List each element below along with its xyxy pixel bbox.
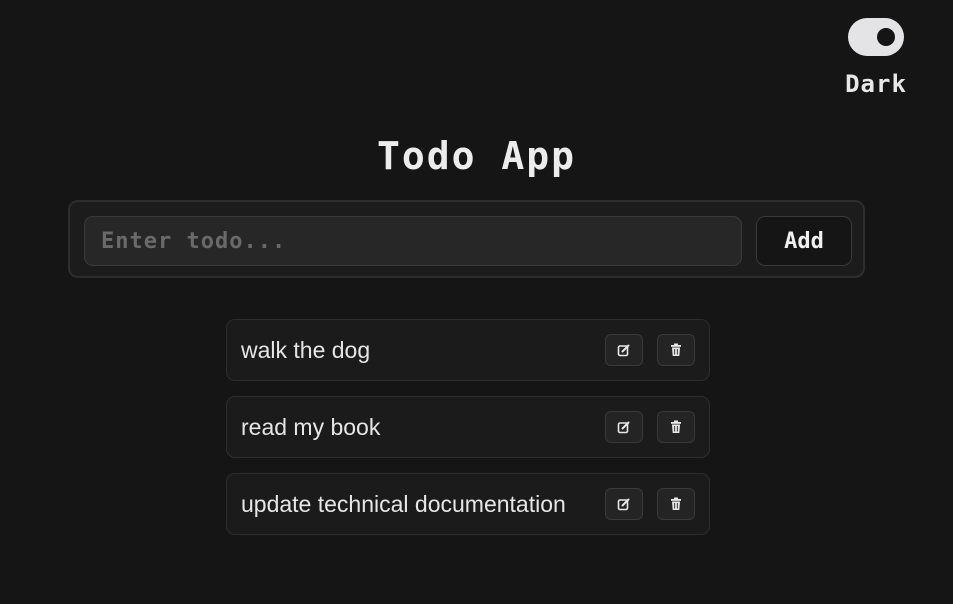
theme-switch[interactable] [848,18,904,56]
trash-icon [671,497,681,510]
todo-text: update technical documentation [241,490,566,517]
edit-button[interactable] [605,334,643,366]
delete-button[interactable] [657,488,695,520]
todo-text: walk the dog [241,336,371,363]
delete-button[interactable] [657,411,695,443]
theme-toggle: Dark [826,18,926,98]
add-todo-form: Add [68,200,865,278]
todo-list: walk the dog read my book update technic… [226,319,710,550]
trash-icon [671,343,681,356]
todo-item: walk the dog [226,319,710,381]
page-title: Todo App [376,134,577,178]
delete-button[interactable] [657,334,695,366]
todo-item: update technical documentation [226,473,710,535]
edit-button[interactable] [605,488,643,520]
theme-switch-knob [877,28,895,46]
todo-item: read my book [226,396,710,458]
todo-input[interactable] [84,216,742,266]
add-button[interactable]: Add [756,216,852,266]
todo-text: read my book [241,413,381,440]
edit-icon [617,344,630,357]
edit-icon [617,421,630,434]
theme-label: Dark [845,70,907,98]
trash-icon [671,420,681,433]
edit-button[interactable] [605,411,643,443]
edit-icon [617,498,630,511]
